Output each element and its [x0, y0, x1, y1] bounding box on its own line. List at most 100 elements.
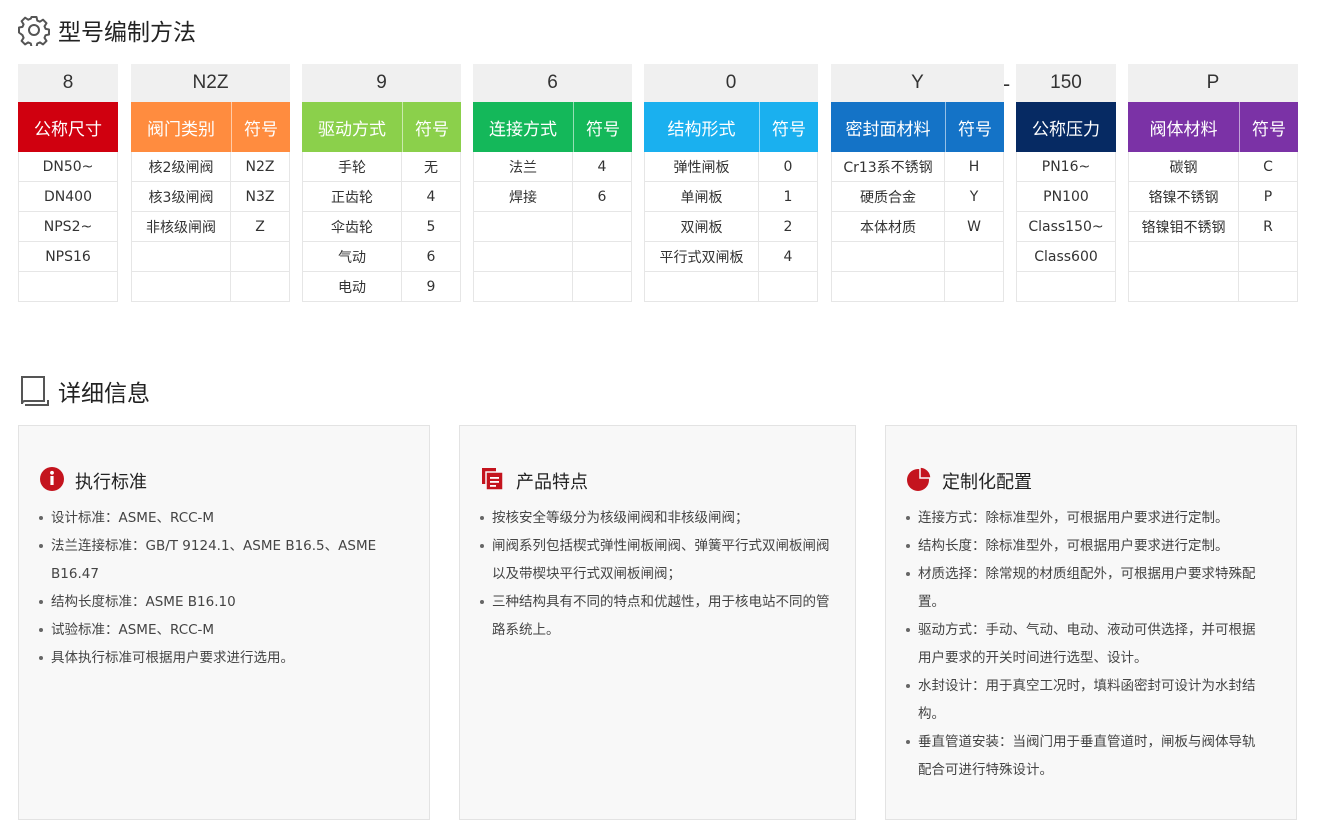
- list-item: 法兰连接标准：GB/T 9124.1、ASME B16.5、ASME B16.4…: [37, 532, 391, 588]
- details-section-title: 详细信息: [18, 374, 150, 408]
- option-row: [474, 212, 631, 242]
- code-group: 0 结构形式 符号 弹性闸板 0 单闸板 1 双闸板 2 平行式双闸板 4: [644, 64, 818, 302]
- code-group: 6 连接方式 符号 法兰 4 焊接 6: [473, 64, 632, 302]
- list-item: 按核安全等级分为核级闸阀和非核级闸阀；: [478, 504, 832, 532]
- option-label: 伞齿轮: [331, 219, 373, 236]
- option-symbol: 4: [758, 242, 817, 271]
- code-group: 9 驱动方式 符号 手轮无正齿轮 4 伞齿轮 5 气动 6 电动 9: [302, 64, 461, 302]
- option-symbol: 2: [758, 212, 817, 241]
- option-row: PN16~: [1017, 152, 1115, 182]
- list-item: 材质选择：除常规的材质组配外，可根据用户要求特殊配置。: [904, 560, 1268, 616]
- header-label: 驱动方式: [318, 119, 386, 140]
- book-icon: [18, 374, 50, 408]
- option-label: 硬质合金: [860, 189, 916, 206]
- option-symbol: R: [1238, 212, 1297, 241]
- option-row: 铬镍钼不锈钢 R: [1129, 212, 1297, 242]
- option-symbol: P: [1238, 182, 1297, 211]
- option-row: 手轮 无: [303, 152, 460, 182]
- list-item: 结构长度：除标准型外，可根据用户要求进行定制。: [904, 532, 1268, 560]
- option-row: [132, 242, 289, 272]
- option-label: 碳钢: [1169, 159, 1198, 176]
- code-group: P 阀体材料 符号 碳钢 C 铬镍不锈钢 P 铬镍钼不锈钢 R: [1128, 64, 1298, 302]
- option-row: 非核级闸阀 Z: [132, 212, 289, 242]
- option-row: Class150~: [1017, 212, 1115, 242]
- option-label: [19, 272, 117, 301]
- option-symbol: [758, 272, 817, 301]
- option-list: 手轮 无正齿轮 4 伞齿轮 5 气动 6 电动 9: [302, 152, 461, 302]
- symbol-header: 符号: [573, 102, 632, 152]
- list-item: 设计标准：ASME、RCC-M: [37, 504, 391, 532]
- option-symbol: 5: [401, 212, 460, 241]
- option-row: 本体材质 W: [832, 212, 1003, 242]
- option-row: 电动 9: [303, 272, 460, 302]
- card-list: 连接方式：除标准型外，可根据用户要求进行定制。 结构长度：除标准型外，可根据用户…: [904, 504, 1268, 784]
- header-label: 密封面材料: [845, 119, 931, 140]
- option-label: Class600: [1034, 248, 1098, 265]
- code-group: 8 公称尺寸 DN50~ DN400 NPS2~ NPS16: [18, 64, 118, 302]
- option-label: 平行式双闸板: [659, 249, 744, 266]
- option-label: 法兰: [509, 159, 537, 176]
- card-title: 产品特点: [516, 472, 588, 493]
- option-list: 碳钢 C 铬镍不锈钢 P 铬镍钼不锈钢 R: [1128, 152, 1298, 302]
- code-value: 0: [644, 64, 818, 102]
- option-row: 弹性闸板 0: [645, 152, 817, 182]
- list-item: 闸阀系列包括楔式弹性闸板闸阀、弹簧平行式双闸板闸阀以及带楔块平行式双闸板闸阀；: [478, 532, 832, 588]
- info-icon: [39, 466, 65, 496]
- option-row: NPS2~: [19, 212, 117, 242]
- list-item: 试验标准：ASME、RCC-M: [37, 616, 391, 644]
- option-row: 气动 6: [303, 242, 460, 272]
- option-symbol: W: [944, 212, 1003, 241]
- option-label: 非核级闸阀: [146, 219, 216, 236]
- model-code-section-title: 型号编制方法: [18, 13, 196, 47]
- option-label: [645, 272, 758, 301]
- option-symbol: H: [944, 152, 1003, 181]
- option-symbol: 1: [758, 182, 817, 211]
- option-symbol: 4: [401, 182, 460, 211]
- code-group: N2Z 阀门类别 符号 核2级闸阀 N2Z 核3级闸阀 N3Z 非核级闸阀 Z: [131, 64, 290, 302]
- header-label: 连接方式: [489, 119, 557, 140]
- option-row: Class600: [1017, 242, 1115, 272]
- group-header: 公称尺寸: [18, 102, 118, 152]
- symbol-header: 符号: [231, 102, 290, 152]
- option-row: [645, 272, 817, 302]
- card-list: 设计标准：ASME、RCC-M 法兰连接标准：GB/T 9124.1、ASME …: [37, 504, 391, 672]
- option-label: [1129, 242, 1238, 271]
- header-label: 阀门类别: [147, 119, 215, 140]
- group-header: 阀体材料 符号: [1128, 102, 1298, 152]
- option-label: [474, 272, 572, 301]
- code-group: 150 公称压力 PN16~ PN100 Class150~ Class600: [1016, 64, 1116, 302]
- option-symbol: [230, 242, 289, 271]
- code-value: Y: [831, 64, 1004, 102]
- option-label: 电动: [338, 279, 366, 296]
- section-title-text: 详细信息: [58, 381, 150, 407]
- option-label: PN16~: [1041, 158, 1091, 175]
- pie-chart-icon: [906, 466, 932, 496]
- option-label: [832, 242, 944, 271]
- header-label: 公称尺寸: [34, 119, 102, 140]
- option-symbol: [1238, 272, 1297, 301]
- option-list: Cr13系不锈钢 H 硬质合金 Y 本体材质 W: [831, 152, 1004, 302]
- group-header: 公称压力: [1016, 102, 1116, 152]
- features-card: 产品特点 按核安全等级分为核级闸阀和非核级闸阀； 闸阀系列包括楔式弹性闸板闸阀、…: [459, 425, 856, 820]
- option-row: 伞齿轮 5: [303, 212, 460, 242]
- option-label: NPS2~: [43, 218, 93, 235]
- option-symbol: [572, 212, 631, 241]
- option-symbol: [944, 272, 1003, 301]
- option-label: PN100: [1043, 188, 1089, 205]
- option-label: [1129, 272, 1238, 301]
- card-title: 定制化配置: [942, 472, 1032, 493]
- code-value: N2Z: [131, 64, 290, 102]
- option-symbol: 9: [401, 272, 460, 301]
- gear-icon: [18, 14, 50, 46]
- header-label: 公称压力: [1032, 119, 1100, 140]
- option-row: [1017, 272, 1115, 302]
- option-row: [474, 272, 631, 302]
- code-value: 6: [473, 64, 632, 102]
- option-row: [1129, 272, 1297, 302]
- option-symbol: [944, 242, 1003, 271]
- option-list: 法兰 4 焊接 6: [473, 152, 632, 302]
- group-header: 阀门类别 符号: [131, 102, 290, 152]
- list-item: 水封设计：用于真空工况时，填料函密封可设计为水封结构。: [904, 672, 1268, 728]
- option-row: PN100: [1017, 182, 1115, 212]
- option-label: 核3级闸阀: [148, 189, 214, 206]
